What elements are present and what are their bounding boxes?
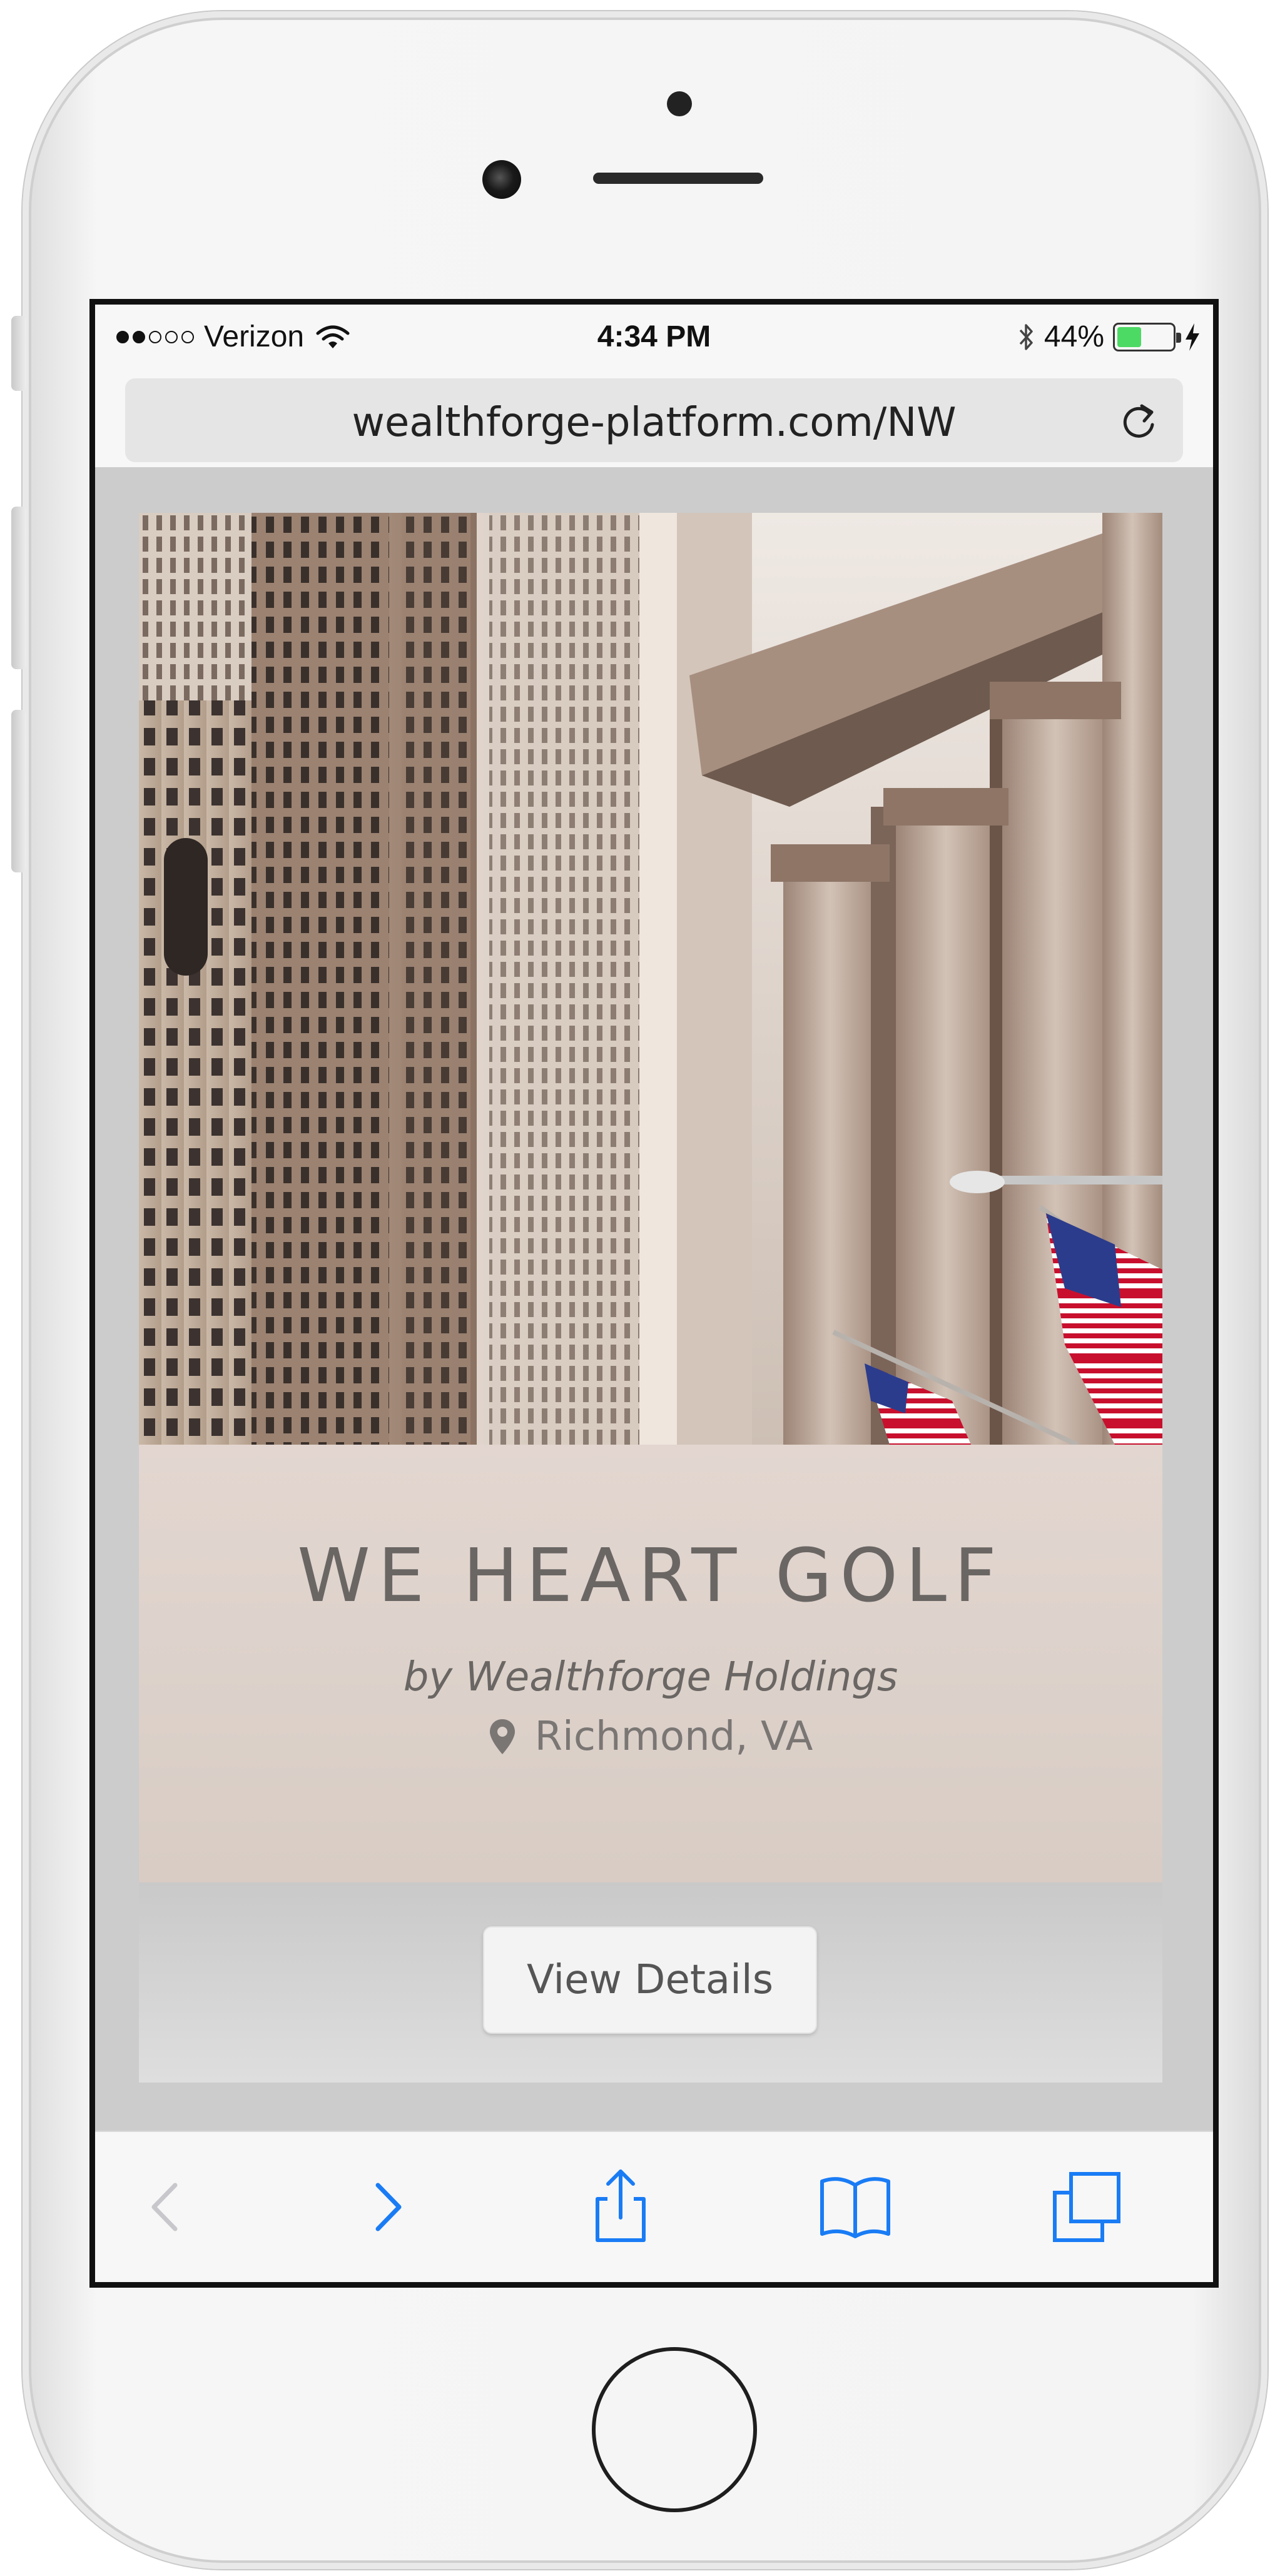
battery-icon: [1113, 322, 1181, 351]
reload-icon[interactable]: [1117, 400, 1161, 443]
offering-card: WE HEART GOLF by Wealthforge Holdings Ri…: [139, 513, 1162, 2083]
view-details-button[interactable]: View Details: [483, 1926, 817, 2034]
card-footer: View Details: [139, 1882, 1162, 2083]
volume-up-button: [11, 507, 26, 669]
charging-bolt-icon: [1186, 323, 1199, 351]
status-bar: Verizon 4:34 PM 44%: [95, 305, 1213, 373]
book-icon[interactable]: [815, 2166, 896, 2248]
offering-location: Richmond, VA: [139, 1714, 1162, 1760]
address-bar-area: wealthforge-platform.com/NW: [95, 373, 1213, 467]
bluetooth-icon: [1019, 323, 1033, 350]
offering-title: WE HEART GOLF: [297, 1532, 1004, 1619]
url-text: wealthforge-platform.com/NW: [352, 400, 957, 446]
proximity-sensor: [667, 91, 692, 116]
browser-toolbar: [95, 2131, 1213, 2282]
volume-down-button: [11, 710, 26, 872]
wall-street-photo: [139, 513, 1162, 1445]
web-content: WE HEART GOLF by Wealthforge Holdings Ri…: [95, 467, 1213, 2131]
battery-percent: 44%: [1044, 320, 1104, 353]
offering-info: WE HEART GOLF by Wealthforge Holdings Ri…: [139, 1445, 1162, 1882]
offering-issuer: by Wealthforge Holdings: [403, 1654, 898, 1700]
front-camera: [482, 160, 521, 199]
home-button[interactable]: [592, 2347, 757, 2512]
tabs-icon[interactable]: [1046, 2166, 1127, 2248]
chevron-left-icon[interactable]: [126, 2166, 208, 2248]
map-pin-icon: [489, 1719, 515, 1754]
location-text: Richmond, VA: [534, 1714, 813, 1760]
mute-switch: [11, 316, 26, 391]
share-icon[interactable]: [580, 2166, 661, 2248]
earpiece-speaker: [593, 173, 763, 184]
chevron-right-icon[interactable]: [345, 2166, 427, 2248]
screen: Verizon 4:34 PM 44% wealthforge-platform…: [89, 299, 1219, 2288]
address-bar[interactable]: wealthforge-platform.com/NW: [125, 378, 1183, 462]
